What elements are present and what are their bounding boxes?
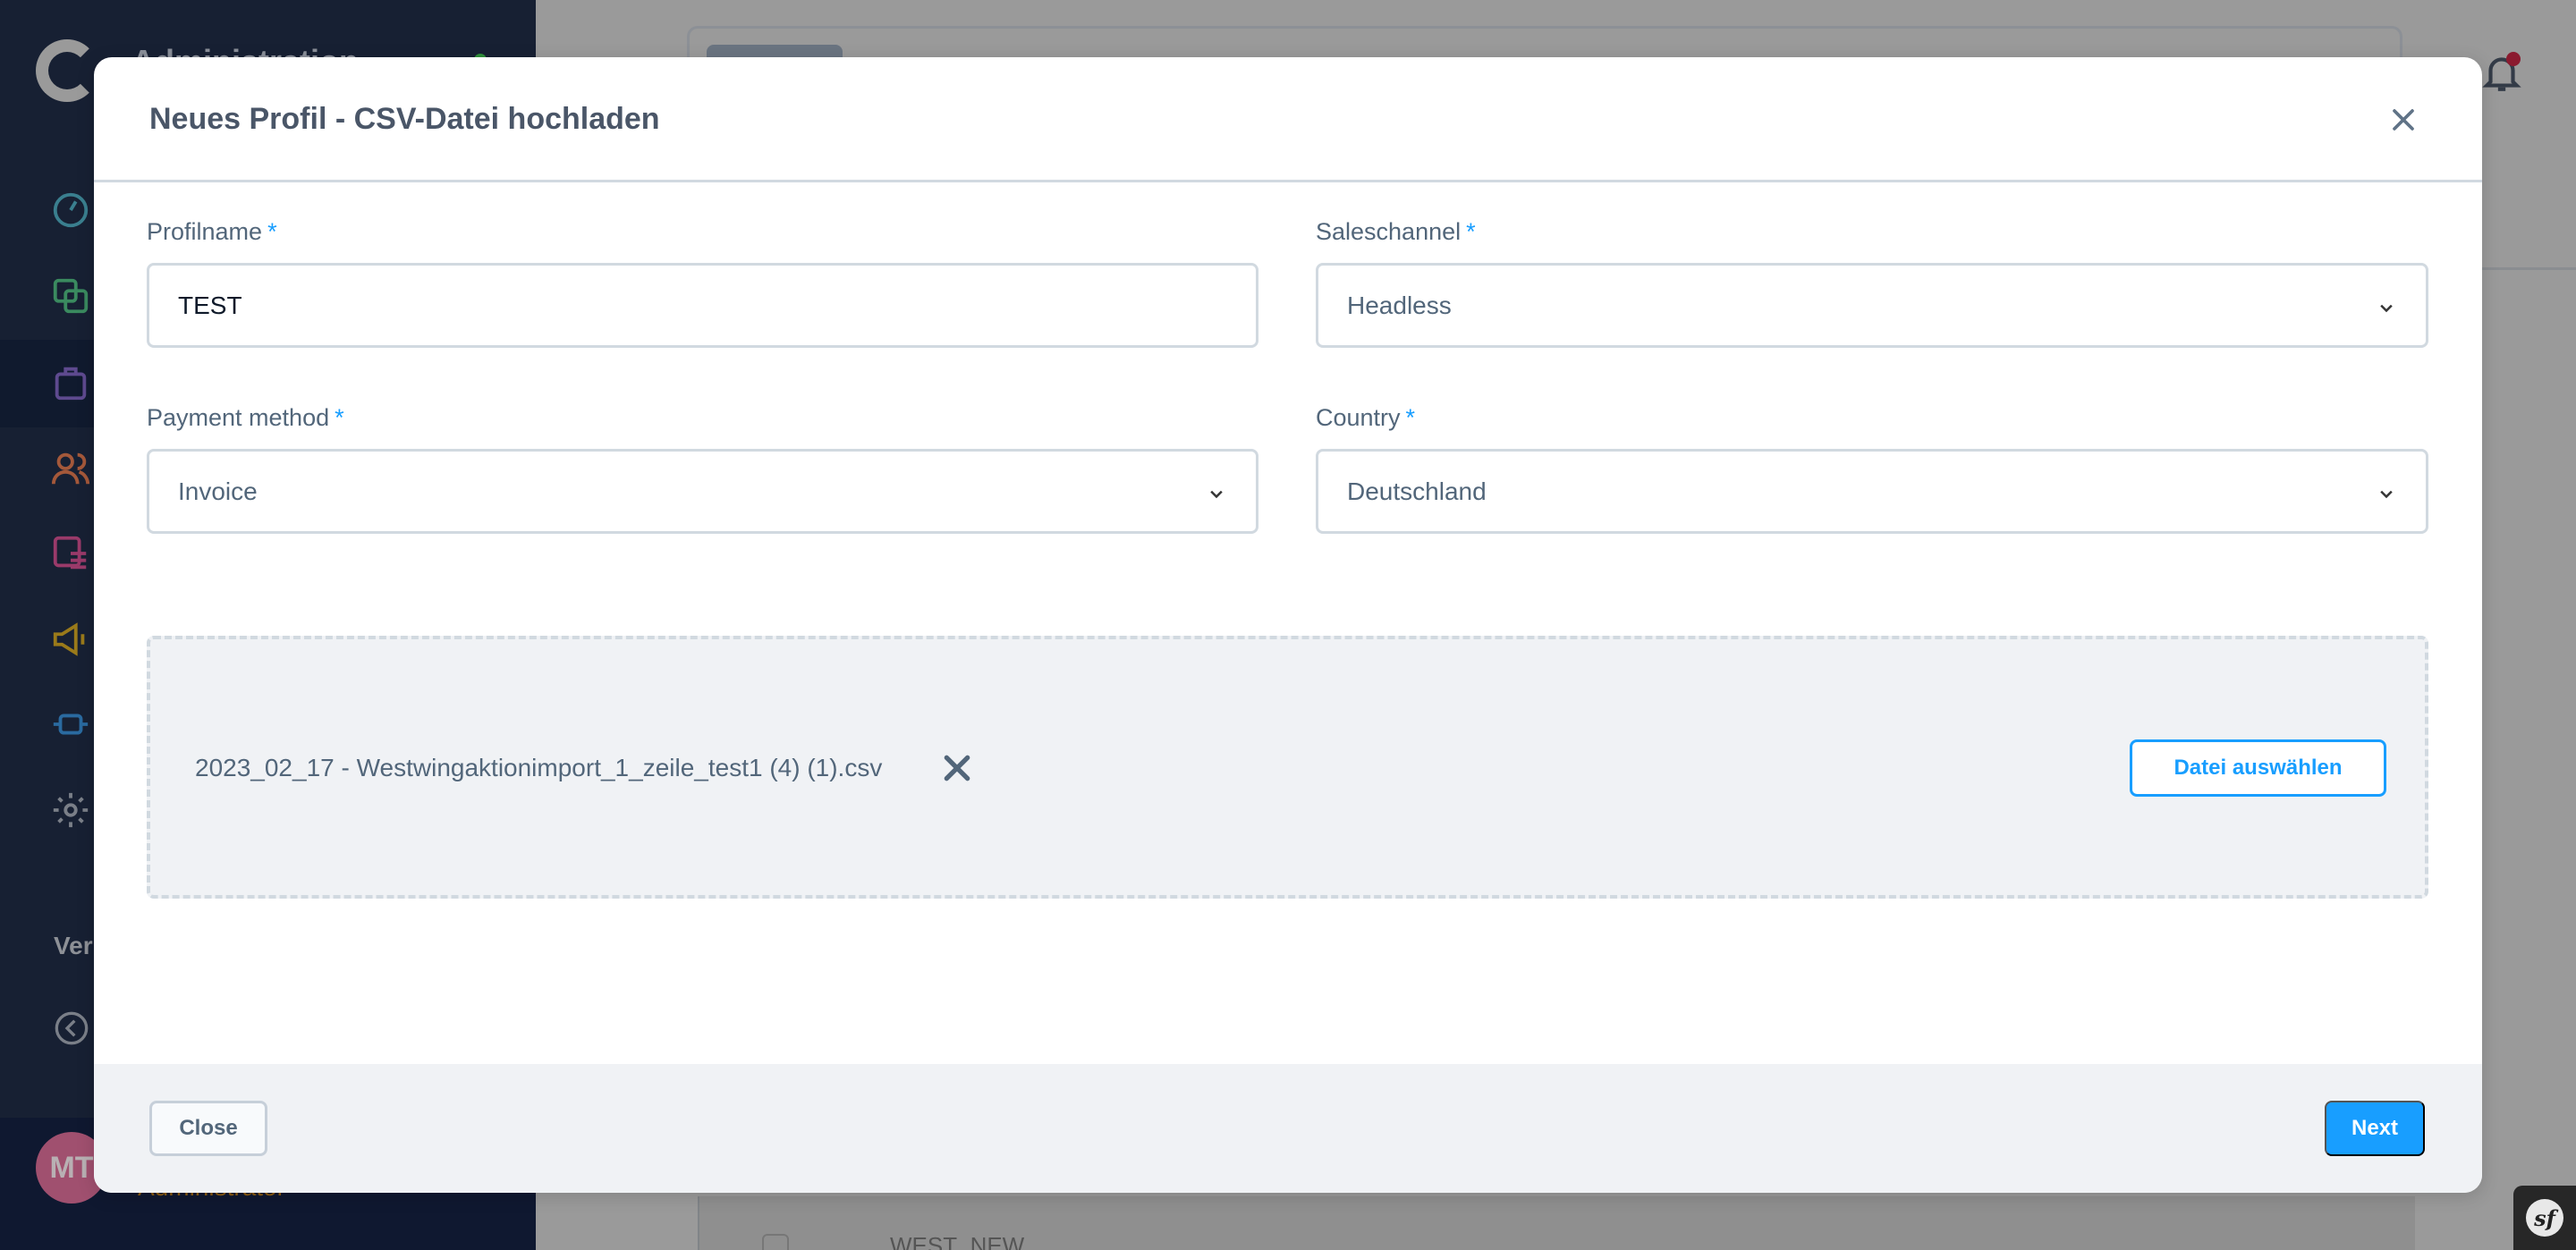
symfony-logo-icon: sf xyxy=(2526,1199,2563,1237)
row-checkbox[interactable] xyxy=(762,1234,789,1250)
select-value: Invoice xyxy=(178,477,258,505)
settings-icon[interactable] xyxy=(50,790,91,831)
required-marker: * xyxy=(1466,218,1476,245)
extensions-icon[interactable] xyxy=(50,704,91,745)
label-text: Country xyxy=(1316,404,1401,431)
chevron-down-icon xyxy=(2380,304,2393,313)
notification-badge xyxy=(2506,52,2521,66)
select-value: Deutschland xyxy=(1347,477,1487,505)
required-marker: * xyxy=(1405,404,1416,431)
close-button[interactable]: Close xyxy=(149,1101,267,1156)
selected-file-name: 2023_02_17 - Westwingaktionimport_1_zeil… xyxy=(195,754,883,781)
next-button[interactable]: Next xyxy=(2325,1101,2425,1156)
payment-method-select[interactable]: Invoice xyxy=(147,449,1258,534)
chevron-down-icon xyxy=(1210,490,1223,499)
sales-channel-select[interactable]: Headless xyxy=(1316,263,2428,348)
sales-channel-label: Saleschannel * xyxy=(1316,218,1476,246)
profile-name-input[interactable]: TEST xyxy=(147,263,1258,348)
remove-file-icon[interactable] xyxy=(939,750,975,786)
marketing-icon[interactable] xyxy=(50,619,91,660)
customers-icon[interactable] xyxy=(50,448,91,489)
modal-title: Neues Profil - CSV-Datei hochladen xyxy=(149,102,660,136)
chevron-left-circle-icon[interactable] xyxy=(54,1010,89,1046)
chevron-down-icon xyxy=(2380,490,2393,499)
symfony-toolbar-button[interactable]: sf xyxy=(2513,1186,2576,1250)
label-text: Payment method xyxy=(147,404,330,431)
upload-profile-modal: Neues Profil - CSV-Datei hochladen Profi… xyxy=(94,57,2482,1193)
close-icon[interactable] xyxy=(2385,102,2421,138)
required-marker: * xyxy=(335,404,344,431)
required-marker: * xyxy=(267,218,277,245)
orders-icon[interactable] xyxy=(50,362,91,403)
content-icon[interactable] xyxy=(50,533,91,574)
file-dropzone[interactable]: 2023_02_17 - Westwingaktionimport_1_zeil… xyxy=(147,636,2428,899)
choose-file-button[interactable]: Datei auswählen xyxy=(2130,739,2386,797)
country-label: Country * xyxy=(1316,404,1415,432)
label-text: Profilname xyxy=(147,218,263,245)
dashboard-icon[interactable] xyxy=(50,190,91,231)
input-value: TEST xyxy=(178,291,242,319)
modal-header: Neues Profil - CSV-Datei hochladen xyxy=(94,57,2482,182)
payment-method-label: Payment method * xyxy=(147,404,344,432)
table-cell: WEST_NEW xyxy=(890,1232,1025,1250)
select-value: Headless xyxy=(1347,291,1452,319)
profile-name-label: Profilname * xyxy=(147,218,277,246)
sidebar-section-label: Ver xyxy=(54,932,93,959)
modal-footer: Close Next xyxy=(94,1064,2482,1193)
catalog-icon[interactable] xyxy=(50,275,91,317)
label-text: Saleschannel xyxy=(1316,218,1462,245)
country-select[interactable]: Deutschland xyxy=(1316,449,2428,534)
brand-logo-icon xyxy=(36,39,98,102)
